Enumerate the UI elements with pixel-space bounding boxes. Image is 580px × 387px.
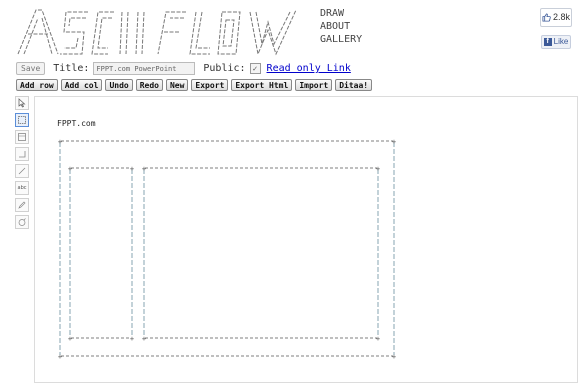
add-col-button[interactable]: Add col — [60, 79, 103, 91]
add-row-button[interactable]: Add row — [16, 79, 58, 91]
tool-line[interactable] — [15, 164, 29, 178]
save-button[interactable]: Save — [16, 62, 46, 75]
tool-eraser[interactable] — [15, 215, 29, 229]
tool-palette: abc — [15, 96, 29, 229]
tool-box[interactable] — [15, 130, 29, 144]
pencil-icon — [18, 201, 26, 209]
svg-text:+: + — [142, 165, 146, 173]
tool-corner-line[interactable] — [15, 147, 29, 161]
undo-button[interactable]: Undo — [105, 79, 133, 91]
svg-text:+: + — [58, 353, 62, 361]
text-icon: abc — [17, 185, 27, 191]
svg-text:+: + — [58, 138, 62, 146]
thumbs-up-icon — [542, 13, 551, 22]
corner-line-icon — [19, 151, 26, 158]
ascii-diagram: + + + + + + + + + + + + — [58, 138, 396, 361]
svg-text:+: + — [376, 335, 380, 343]
redo-button[interactable]: Redo — [135, 79, 163, 91]
svg-text:+: + — [392, 138, 396, 146]
like-count-badge: 2.8k — [540, 8, 572, 27]
document-toolbar: Save Title: Public: ✓ Read only Link — [16, 62, 351, 75]
export-html-button[interactable]: Export Html — [231, 79, 293, 91]
title-input[interactable] — [93, 62, 196, 75]
public-checkbox[interactable]: ✓ — [249, 63, 261, 74]
action-toolbar: Add row Add col Undo Redo New Export Exp… — [16, 79, 373, 91]
like-count: 2.8k — [552, 12, 570, 22]
pointer-icon — [18, 98, 26, 108]
svg-text:+: + — [68, 335, 72, 343]
facebook-icon: f — [543, 38, 552, 46]
svg-text:+: + — [130, 335, 134, 343]
new-button[interactable]: New — [165, 79, 189, 91]
svg-text:+: + — [130, 165, 134, 173]
import-button[interactable]: Import — [295, 79, 333, 91]
svg-text:+: + — [392, 353, 396, 361]
export-button[interactable]: Export — [191, 79, 229, 91]
title-label: Title: — [53, 63, 90, 74]
nav-about[interactable]: ABOUT — [320, 20, 362, 33]
nav-gallery[interactable]: GALLERY — [320, 33, 362, 46]
box-icon — [18, 133, 26, 141]
svg-text:+: + — [376, 165, 380, 173]
tool-rectangle[interactable] — [15, 113, 29, 127]
svg-text:+: + — [142, 335, 146, 343]
tool-text[interactable]: abc — [15, 181, 29, 195]
ditaa-button[interactable]: Ditaa! — [335, 79, 373, 91]
drawing-canvas[interactable]: FPPT.com + + + + + + + + + + + + — [34, 96, 578, 383]
rectangle-icon — [18, 116, 26, 124]
line-icon — [18, 167, 26, 175]
nav-draw[interactable]: DRAW — [320, 7, 362, 20]
eraser-icon — [18, 218, 26, 226]
svg-text:+: + — [68, 165, 72, 173]
facebook-like-button[interactable]: f Like — [541, 35, 571, 49]
asciiflow-logo — [17, 9, 297, 56]
read-only-link[interactable]: Read only Link — [267, 63, 351, 74]
tool-pointer[interactable] — [15, 96, 29, 110]
like-label: Like — [553, 37, 569, 46]
public-label: Public: — [203, 63, 246, 74]
tool-pencil[interactable] — [15, 198, 29, 212]
main-nav: DRAW ABOUT GALLERY — [320, 7, 362, 46]
